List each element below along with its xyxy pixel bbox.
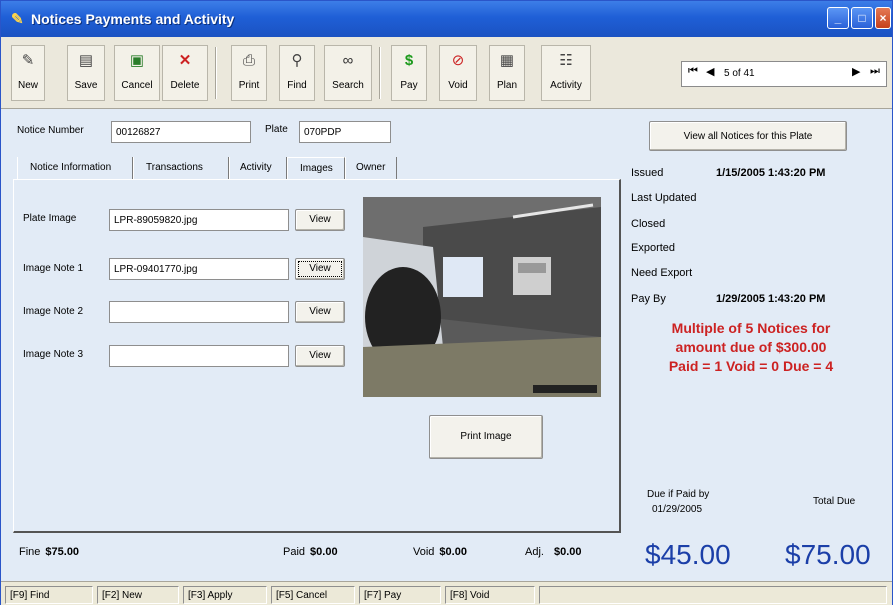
activity-icon: ☷: [559, 52, 573, 69]
plan-button[interactable]: ▦ Plan: [489, 45, 525, 101]
next-record-icon[interactable]: ▶: [852, 65, 860, 78]
toolbar-separator: [215, 47, 217, 99]
issued-label: Issued: [631, 167, 664, 179]
due-if-paid-label: Due if Paid by: [647, 489, 710, 500]
view-image-note-2-button[interactable]: View: [295, 301, 345, 323]
new-icon: ✎: [21, 52, 35, 69]
fine-total: Fine $75.00: [19, 546, 80, 558]
closed-label: Closed: [631, 218, 666, 230]
image-note-3-field[interactable]: [109, 345, 289, 367]
print-button[interactable]: ⎙ Print: [231, 45, 267, 101]
dollar-icon: $: [404, 52, 414, 69]
need-export-label: Need Export: [631, 267, 693, 279]
maximize-button[interactable]: □: [851, 7, 873, 29]
plate-image-preview: [363, 197, 601, 397]
plate-image-field[interactable]: LPR-89059820.jpg: [109, 209, 289, 231]
exported-label: Exported: [631, 242, 676, 254]
tab-owner[interactable]: Owner: [345, 157, 397, 179]
void-icon: ⊘: [451, 52, 465, 69]
shortcut-cancel: [F5] Cancel: [271, 586, 355, 604]
previous-record-icon[interactable]: ◀: [706, 65, 714, 78]
cancel-button[interactable]: ▣ Cancel: [114, 45, 160, 101]
shortcut-pay: [F7] Pay: [359, 586, 441, 604]
toolbar: ✎ New ▤ Save ▣ Cancel ✕ Delete ⎙ Print ⚲…: [1, 37, 892, 109]
shortcut-void: [F8] Void: [445, 586, 535, 604]
notice-number-label: Notice Number: [17, 125, 84, 136]
due-if-paid-date: 01/29/2005: [652, 504, 703, 515]
window-title: Notices Payments and Activity: [31, 11, 235, 27]
view-image-note-1-button[interactable]: View: [295, 258, 345, 280]
print-image-button[interactable]: Print Image: [429, 415, 543, 459]
find-button[interactable]: ⚲ Find: [279, 45, 315, 101]
image-note-3-label: Image Note 3: [23, 349, 84, 360]
activity-button[interactable]: ☷ Activity: [541, 45, 591, 101]
total-due-amount: $75.00: [785, 539, 871, 570]
multiple-notices-message: Multiple of 5 Notices for amount due of …: [668, 320, 834, 374]
pay-by-label: Pay By: [631, 293, 666, 305]
issued-value: 1/15/2005 1:43:20 PM: [716, 167, 826, 179]
plate-label: Plate: [265, 124, 288, 135]
save-icon: ▤: [78, 52, 94, 69]
tab-images[interactable]: Images: [287, 157, 345, 179]
plate-field[interactable]: 070PDP: [299, 121, 391, 143]
toolbar-separator: [379, 47, 381, 99]
shortcut-new: [F2] New: [97, 586, 179, 604]
record-position: 5 of 41: [724, 68, 755, 79]
image-note-2-field[interactable]: [109, 301, 289, 323]
pay-button[interactable]: $ Pay: [391, 45, 427, 101]
image-note-1-label: Image Note 1: [23, 263, 84, 274]
title-bar[interactable]: ✎ Notices Payments and Activity _ □ ×: [1, 1, 892, 37]
view-all-notices-button[interactable]: View all Notices for this Plate: [649, 121, 847, 151]
shortcut-apply: [F3] Apply: [183, 586, 267, 604]
due-if-paid-amount: $45.00: [645, 539, 731, 570]
view-image-note-3-button[interactable]: View: [295, 345, 345, 367]
close-button[interactable]: ×: [875, 7, 891, 29]
tab-notice-information[interactable]: Notice Information: [17, 157, 133, 179]
magnifier-icon: ⚲: [291, 52, 303, 69]
void-button[interactable]: ⊘ Void: [439, 45, 477, 101]
view-plate-image-button[interactable]: View: [295, 209, 345, 231]
last-updated-label: Last Updated: [631, 192, 697, 204]
image-note-2-label: Image Note 2: [23, 306, 84, 317]
adjustment-total: Adj. $0.00: [525, 546, 582, 558]
first-record-icon[interactable]: ⏮: [688, 65, 698, 78]
tab-transactions[interactable]: Transactions: [133, 157, 229, 179]
status-bar: [F9] Find [F2] New [F3] Apply [F5] Cance…: [1, 581, 892, 605]
delete-button[interactable]: ✕ Delete: [162, 45, 208, 101]
plan-icon: ▦: [499, 52, 515, 69]
total-due-label: Total Due: [813, 496, 856, 507]
pay-by-value: 1/29/2005 1:43:20 PM: [716, 293, 826, 305]
search-button[interactable]: ∞ Search: [324, 45, 372, 101]
last-record-icon[interactable]: ⏭: [870, 65, 880, 78]
paid-total: Paid $0.00: [283, 546, 338, 558]
record-navigator: ⏮ ◀ 5 of 41 ▶ ⏭: [681, 61, 887, 87]
delete-icon: ✕: [178, 52, 192, 69]
main-window: ✎ Notices Payments and Activity _ □ × ✎ …: [0, 0, 893, 605]
status-message: [539, 586, 887, 604]
app-icon: ✎: [11, 11, 24, 28]
plate-image-label: Plate Image: [23, 213, 77, 224]
binoculars-icon: ∞: [342, 52, 354, 69]
tab-activity[interactable]: Activity: [229, 157, 287, 179]
image-note-1-field[interactable]: LPR-09401770.jpg: [109, 258, 289, 280]
shortcut-find: [F9] Find: [5, 586, 93, 604]
minimize-button[interactable]: _: [827, 7, 849, 29]
new-button[interactable]: ✎ New: [11, 45, 45, 101]
save-button[interactable]: ▤ Save: [67, 45, 105, 101]
cancel-icon: ▣: [129, 52, 145, 69]
printer-icon: ⎙: [242, 52, 255, 69]
vehicle-photo: [363, 197, 601, 397]
void-total: Void $0.00: [413, 546, 467, 558]
notice-number-field[interactable]: 00126827: [111, 121, 251, 143]
